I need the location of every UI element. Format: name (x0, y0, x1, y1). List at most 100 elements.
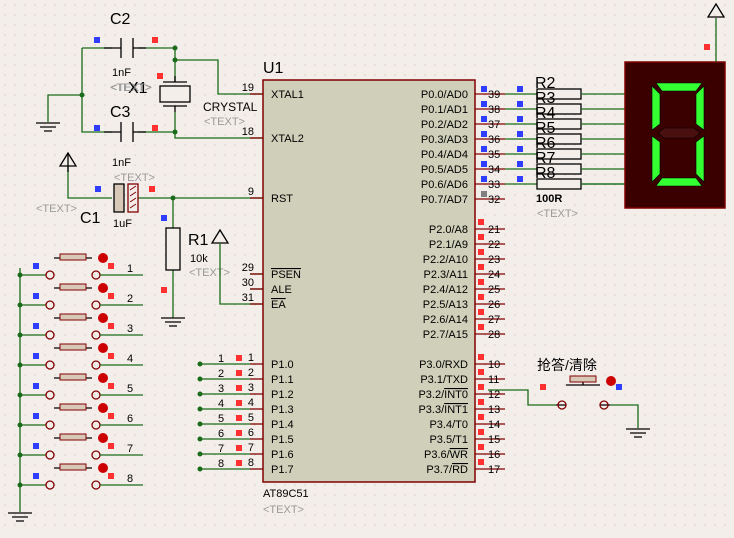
svg-text:4: 4 (218, 398, 224, 410)
svg-text:6: 6 (218, 428, 224, 440)
pin-name: P3.3/INT1 (418, 404, 468, 416)
pin-number: 39 (488, 89, 500, 101)
switch-number: 7 (127, 443, 133, 455)
pin-name: P0.1/AD1 (421, 104, 468, 116)
pin-number: 11 (488, 374, 499, 386)
pin-name: P0.4/AD4 (421, 149, 468, 161)
pin-number: 23 (488, 254, 500, 266)
pin-name: P0.0/AD0 (421, 89, 468, 101)
pin-number: 27 (488, 314, 500, 326)
schematic-svg: C2 1nF <TEXT> C3 1nF X1 CRYSTAL <TEXT> <… (0, 0, 734, 533)
c1-ref: C1 (80, 210, 101, 227)
r1-ref: R1 (188, 232, 209, 249)
x1-value: CRYSTAL (203, 100, 258, 114)
pin-name: P2.5/A13 (423, 299, 468, 311)
segment-b (695, 85, 705, 131)
switch-number: 5 (127, 383, 133, 395)
pin-name: P1.3 (271, 404, 294, 416)
pin-name: P1.4 (271, 419, 294, 431)
pin-number: 35 (488, 149, 500, 161)
pin-number: 24 (488, 269, 500, 281)
chip-pin-34[interactable]: 34 P0.5/AD5 (421, 161, 505, 176)
pin-name: P1.0 (271, 359, 294, 371)
pin-number: 2 (248, 367, 254, 379)
chip-pin-39[interactable]: 39 P0.0/AD0 (421, 86, 505, 101)
pin-name: XTAL2 (271, 133, 304, 145)
chip-pin-32[interactable]: 32 P0.7/AD7 (421, 191, 505, 206)
pin-name: RST (271, 193, 293, 205)
pin-name: P2.7/A15 (423, 329, 468, 341)
pin-number: 19 (242, 82, 254, 94)
pin-name: P1.1 (271, 374, 294, 386)
segment-g (657, 127, 701, 139)
resistor-text: <TEXT> (537, 208, 578, 220)
pin-number: 15 (488, 434, 500, 446)
answer-button-label: 抢答/清除 (537, 357, 597, 373)
c2-value: 1nF (112, 67, 131, 79)
pin-name: P2.3/A11 (424, 269, 468, 281)
pin-name: P0.2/AD2 (421, 119, 468, 131)
c3-value: 1nF (112, 157, 131, 169)
chip-ref: U1 (263, 60, 284, 77)
pin-number: 9 (248, 186, 254, 198)
pin-number: 25 (488, 284, 500, 296)
c1-text: <TEXT> (36, 203, 77, 215)
pin-name: PSEN (271, 269, 301, 281)
chip-pin-38[interactable]: 38 P0.1/AD1 (421, 101, 505, 116)
mcu-chip[interactable]: U1 AT89C51 <TEXT> 19XTAL118XTAL29RST29PS… (242, 60, 505, 516)
pin-number: 14 (488, 419, 500, 431)
chip-text: <TEXT> (263, 504, 304, 516)
pin-name: P2.0/A8 (429, 224, 468, 236)
chip-pin-35[interactable]: 35 P0.4/AD4 (421, 146, 505, 161)
pin-number: 1 (248, 352, 254, 364)
x1-text: <TEXT> (204, 116, 245, 128)
pin-number: 3 (248, 382, 254, 394)
pin-name: P1.5 (271, 434, 294, 446)
pin-number: 29 (242, 262, 254, 274)
pin-number: 33 (488, 179, 500, 191)
pin-number: 17 (488, 464, 500, 476)
pin-number: 30 (242, 277, 254, 289)
pin-number: 8 (248, 457, 254, 469)
chip-pin-37[interactable]: 37 P0.2/AD2 (421, 116, 505, 131)
pin-number: 13 (488, 404, 500, 416)
pin-number: 16 (488, 449, 500, 461)
c1-value: 1uF (113, 218, 132, 230)
pin-number: 28 (488, 329, 500, 341)
switch-number: 8 (127, 473, 133, 485)
r1-text: <TEXT> (189, 267, 230, 279)
segment-d (655, 177, 703, 187)
pin-number: 34 (488, 164, 500, 176)
pin-name: P1.2 (271, 389, 294, 401)
svg-text:7: 7 (218, 443, 224, 455)
pin-number: 32 (488, 194, 500, 206)
pin-name: P1.6 (271, 449, 294, 461)
r1-value: 10k (190, 253, 208, 265)
pin-name: EA (271, 299, 286, 311)
pin-name: ALE (271, 284, 292, 296)
pin-name: P2.2/A10 (423, 254, 468, 266)
pin-number: 37 (488, 119, 500, 131)
pin-number: 26 (488, 299, 500, 311)
chip-pin-36[interactable]: 36 P0.3/AD3 (421, 131, 505, 146)
pin-name: P3.1/TXD (420, 374, 468, 386)
switch-number: 2 (127, 293, 133, 305)
pin-number: 38 (488, 104, 500, 116)
pin-number: 22 (488, 239, 500, 251)
schematic-canvas: C2 1nF <TEXT> C3 1nF X1 CRYSTAL <TEXT> <… (0, 0, 734, 533)
switch-number: 4 (127, 353, 133, 365)
pin-number: 6 (248, 427, 254, 439)
chip-pin-33[interactable]: 33 P0.6/AD6 (421, 176, 505, 191)
switch-number: 3 (127, 323, 133, 335)
pin-number: 36 (488, 134, 500, 146)
pin-number: 12 (488, 389, 500, 401)
svg-text:3: 3 (218, 383, 224, 395)
pin-name: P3.4/T0 (429, 419, 468, 431)
pin-name: P3.0/RXD (419, 359, 468, 371)
pin-name: P0.7/AD7 (421, 194, 468, 206)
pin-number: 31 (242, 292, 254, 304)
c3-ref: C3 (110, 104, 131, 121)
svg-text:5: 5 (218, 413, 224, 425)
pin-name: P3.6/WR (424, 449, 468, 461)
svg-text:8: 8 (218, 458, 224, 470)
